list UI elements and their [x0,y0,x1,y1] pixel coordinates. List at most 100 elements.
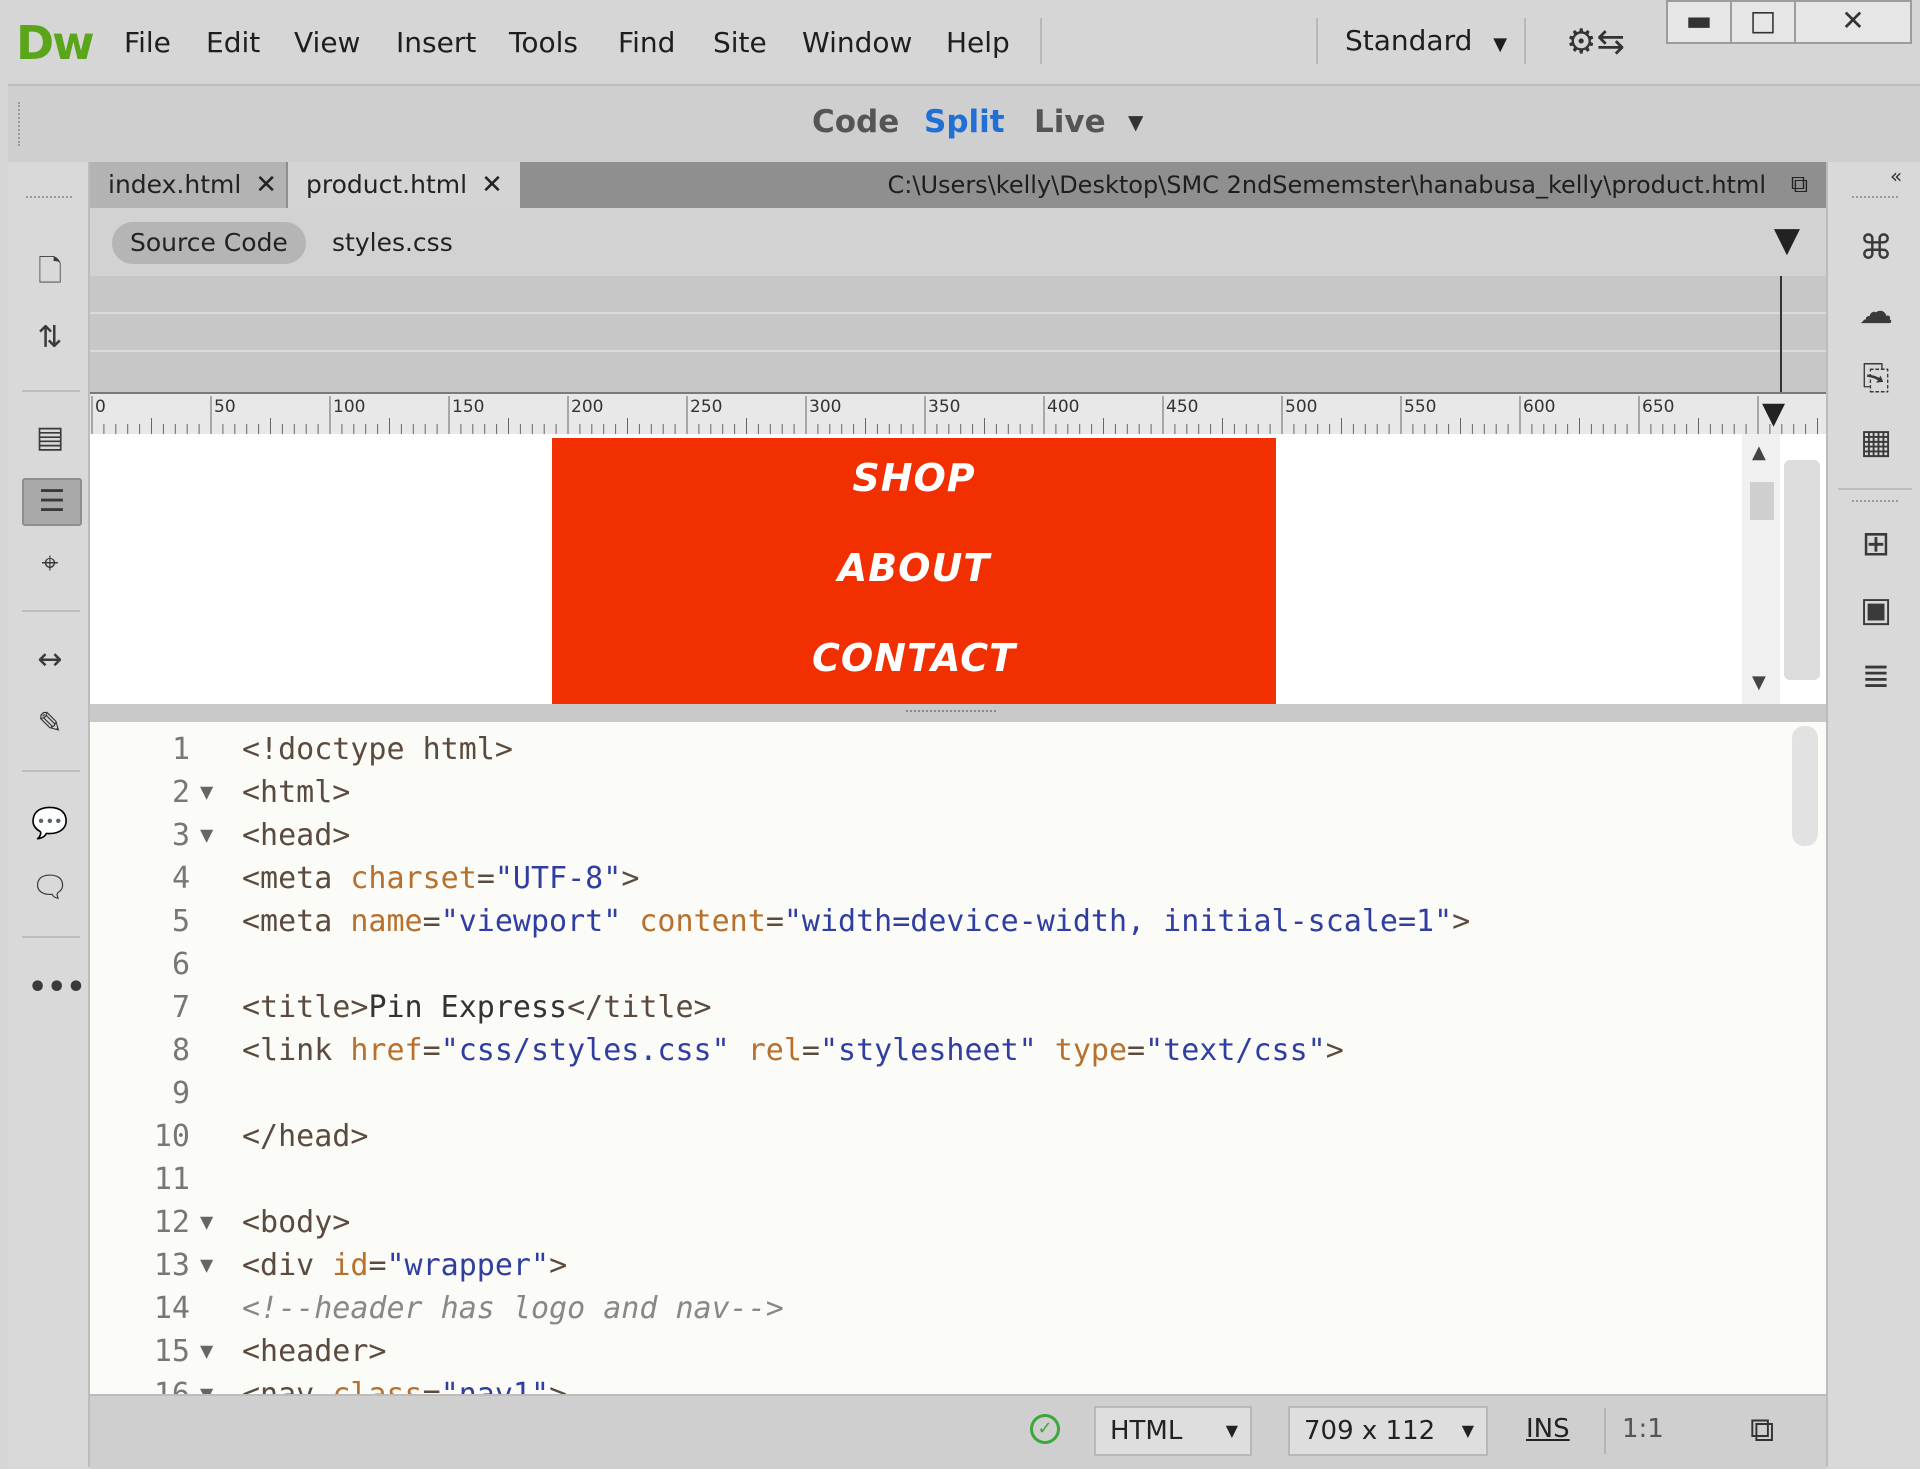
resize-handle-icon[interactable]: ▼ [1762,396,1785,431]
nav-link-about[interactable]: ABOUT [552,546,1276,590]
cc-libraries-icon[interactable]: ☁ [1852,288,1900,336]
format-source-icon[interactable]: ☰ [22,478,82,526]
open-documents-icon[interactable]: 🗋 [28,250,72,294]
live-view-button[interactable]: Live [1034,104,1106,140]
tab-product-html[interactable]: product.html ✕ [288,162,520,208]
files-panel-icon[interactable]: ⌘ [1852,224,1900,272]
menu-edit[interactable]: Edit [206,26,260,59]
fold-toggle-icon[interactable]: ▼ [200,1373,213,1394]
code-line[interactable]: 16 ▼ <nav class="nav1"> [90,1373,1790,1394]
close-icon[interactable]: ✕ [255,170,277,200]
validation-ok-icon[interactable]: ✓ [1030,1414,1060,1444]
code-line[interactable]: 6 [90,943,1790,986]
menu-divider [1040,18,1042,64]
grip-handle[interactable] [1852,500,1898,506]
inspect-icon[interactable]: ⌖ [28,542,72,586]
line-number: 2 [171,775,190,810]
code-line[interactable]: 8 <link href="css/styles.css" rel="styles… [90,1029,1790,1072]
scroll-up-icon[interactable]: ▲ [1752,442,1766,463]
line-number: 5 [171,904,190,939]
device-resize-handle[interactable] [1784,460,1820,680]
fold-toggle-icon[interactable]: ▼ [200,1244,213,1287]
code-line[interactable]: 11 [90,1158,1790,1201]
grip-handle[interactable] [26,196,72,202]
fold-toggle-icon[interactable]: ▼ [200,1201,213,1244]
live-view-options-icon[interactable]: ▤ [28,416,72,460]
restore-document-icon[interactable]: ⧉ [1791,170,1808,198]
nav-link-shop[interactable]: SHOP [552,456,1276,500]
close-icon[interactable]: ✕ [481,170,503,200]
code-editor[interactable]: 1 <!doctype html> 2 ▼ <html> 3 ▼ <head> 4 <meta c… [90,722,1826,1394]
source-code-button[interactable]: Source Code [112,222,306,264]
code-line[interactable]: 13 ▼ <div id="wrapper"> [90,1244,1790,1287]
scroll-down-icon[interactable]: ▼ [1752,672,1766,693]
styles-css-button[interactable]: styles.css [314,222,471,264]
code-scroll-thumb[interactable] [1792,726,1818,846]
filter-icon[interactable]: ▼ [1774,220,1800,260]
expand-icon[interactable]: ↔ [28,638,72,682]
more-icon[interactable]: ••• [28,966,86,1010]
view-splitter[interactable] [90,704,1826,722]
workspace-switcher[interactable]: Standard ▼ [1345,24,1507,57]
live-scrollbar[interactable]: ▲ ▼ [1742,434,1780,704]
code-line[interactable]: 2 ▼ <html> [90,771,1790,814]
code-line[interactable]: 10 </head> [90,1115,1790,1158]
ruler: 0 50 100 150 200 250 300 350 400 450 500 550 600 650 … [90,392,1826,436]
scroll-thumb[interactable] [1750,482,1774,520]
code-line[interactable]: 7 <title>Pin Express</title> [90,986,1790,1029]
window-size-select[interactable]: 709 x 112 ▼ [1288,1406,1488,1456]
code-line[interactable]: 15 ▼ <header> [90,1330,1790,1373]
menu-window[interactable]: Window [802,26,912,59]
chevron-down-icon[interactable]: ▼ [1128,110,1143,134]
grip-handle[interactable] [18,102,24,146]
assets-panel-icon[interactable]: ▣ [1852,586,1900,634]
grip-handle[interactable] [906,710,996,716]
code-line[interactable]: 12 ▼ <body> [90,1201,1790,1244]
menu-file[interactable]: File [124,26,171,59]
menu-view[interactable]: View [294,26,360,59]
code-line[interactable]: 4 <meta charset="UTF-8"> [90,857,1790,900]
remove-comment-icon[interactable]: 🗨 [28,866,72,910]
menu-insert[interactable]: Insert [396,26,476,59]
code-hint-icon[interactable]: ✎ [28,702,72,746]
split-view-button[interactable]: Split [924,104,1005,140]
code-line[interactable]: 1 <!doctype html> [90,728,1790,771]
tab-index-html[interactable]: index.html ✕ [90,162,286,208]
snippets-panel-icon[interactable]: ≣ [1852,652,1900,700]
code-line[interactable]: 9 [90,1072,1790,1115]
fold-toggle-icon[interactable]: ▼ [200,814,213,857]
code-view-button[interactable]: Code [812,104,899,140]
line-number: 4 [171,861,190,896]
apply-comment-icon[interactable]: 💬 [28,802,72,846]
menu-divider [1316,18,1318,64]
restore-button[interactable]: □ [1730,0,1796,44]
preview-in-browser-icon[interactable]: ⧉ [1750,1410,1774,1450]
related-files-bar: Source Code styles.css ▼ [90,208,1826,278]
insert-mode[interactable]: INS [1526,1414,1570,1444]
collapse-panel-icon[interactable]: « [1890,164,1902,188]
css-designer-icon[interactable]: ▦ [1852,418,1900,466]
code-line[interactable]: 3 ▼ <head> [90,814,1790,857]
close-button[interactable]: ✕ [1794,0,1912,44]
menu-help[interactable]: Help [946,26,1010,59]
file-management-icon[interactable]: ⇅ [28,316,72,360]
minimize-button[interactable]: ▬ [1666,0,1732,44]
nav-link-contact[interactable]: CONTACT [552,636,1276,680]
menu-site[interactable]: Site [713,26,767,59]
code-token: <title> [242,990,369,1025]
menu-tools[interactable]: Tools [509,26,578,59]
menu-find[interactable]: Find [618,26,675,59]
code-token: > [549,1248,568,1283]
dom-panel-icon[interactable]: ⊞ [1852,520,1900,568]
code-line[interactable]: 5 <meta name="viewport" content="width=de… [90,900,1790,943]
fold-toggle-icon[interactable]: ▼ [200,1330,213,1373]
grip-handle[interactable] [1852,196,1898,202]
workspace-label: Standard [1345,24,1473,57]
fold-toggle-icon[interactable]: ▼ [200,771,213,814]
code-token: href [350,1033,423,1068]
insert-panel-icon[interactable]: ⎘ [1852,354,1900,402]
document-type-select[interactable]: HTML ▼ [1094,1406,1252,1456]
code-line[interactable]: 14 <!--header has logo and nav--> [90,1287,1790,1330]
sync-settings-icon[interactable]: ⚙⇆ [1566,22,1625,62]
status-bar: ✓ HTML ▼ 709 x 112 ▼ INS 1:1 ⧉ [90,1394,1826,1469]
